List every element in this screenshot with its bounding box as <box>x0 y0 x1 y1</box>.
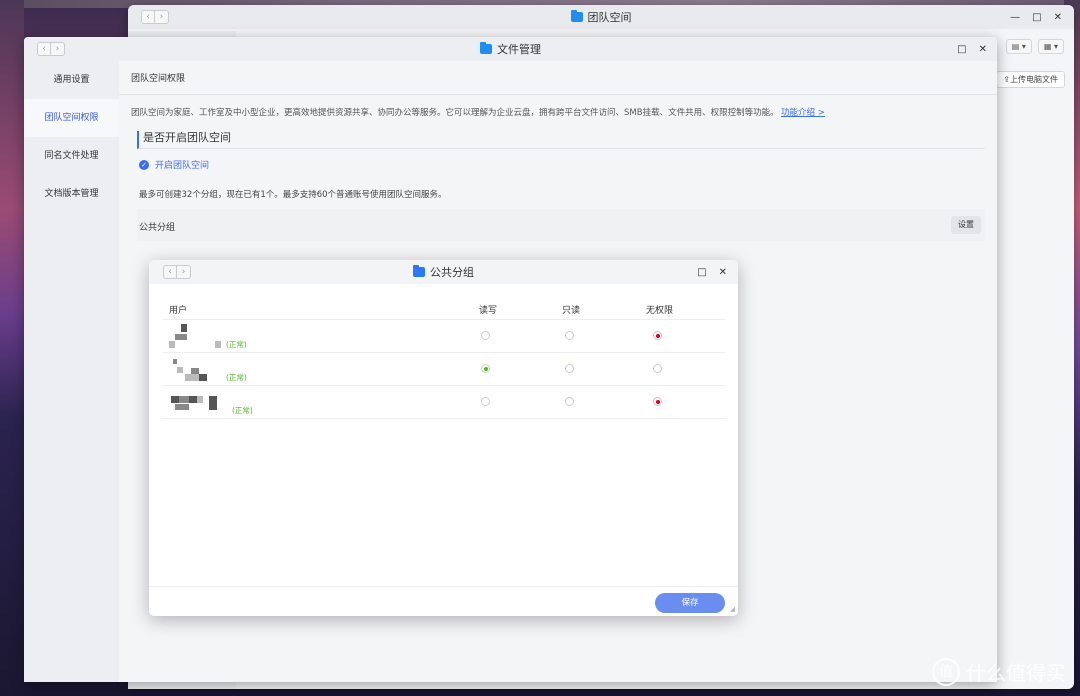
view-mode-button[interactable]: ▤ ▾ <box>1005 39 1032 54</box>
sidebar-item-duplicate-files[interactable]: 同名文件处理 <box>24 137 119 175</box>
settings-sidebar: 通用设置 团队空间权限 同名文件处理 文档版本管理 <box>24 61 119 682</box>
team-space-toolbar: ▤ ▾ ▦ ▾ <box>1005 39 1064 54</box>
table-header: 用户 读写 只读 无权限 <box>163 298 725 320</box>
dialog-title-text: 公共分组 <box>430 266 474 279</box>
radio-no-permission[interactable] <box>653 364 662 373</box>
table-row: (正常) <box>163 320 725 353</box>
col-read-write: 读写 <box>479 306 498 316</box>
col-user: 用户 <box>169 306 188 316</box>
radio-read-only[interactable] <box>565 397 574 406</box>
page-title: 团队空间权限 <box>131 74 186 84</box>
radio-read-write[interactable] <box>481 364 490 373</box>
user-status: (正常) <box>226 373 247 382</box>
user-status: (正常) <box>232 406 253 415</box>
radio-read-only[interactable] <box>565 331 574 340</box>
col-no-permission: 无权限 <box>646 306 674 316</box>
close-button[interactable]: ✕ <box>979 44 987 55</box>
group-settings-button[interactable]: 设置 <box>951 216 981 234</box>
check-icon: ✓ <box>139 159 149 170</box>
radio-no-permission[interactable] <box>653 397 662 406</box>
team-folder-icon <box>570 10 583 22</box>
close-button[interactable]: ✕ <box>719 267 727 278</box>
file-manager-title-text: 文件管理 <box>497 43 541 56</box>
resize-grip-icon[interactable]: ◢ <box>730 605 735 613</box>
enable-team-space-label: 开启团队空间 <box>155 161 210 171</box>
radio-read-only[interactable] <box>565 364 574 373</box>
group-row: 公共分组 设置 <box>137 209 985 241</box>
dialog-titlebar: ‹ › 公共分组 □ ✕ <box>149 260 738 284</box>
sidebar-item-team-space-permissions[interactable]: 团队空间权限 <box>24 99 119 137</box>
maximize-button[interactable]: □ <box>1032 12 1041 23</box>
enable-team-space-checkbox[interactable]: ✓ 开启团队空间 <box>139 158 209 171</box>
file-manager-title: 文件管理 <box>24 37 997 61</box>
grid-mode-button[interactable]: ▦ ▾ <box>1037 39 1064 54</box>
radio-read-write[interactable] <box>481 331 490 340</box>
watermark-logo-icon: 值 <box>932 657 960 686</box>
feature-intro-link[interactable]: 功能介绍 > <box>781 106 825 118</box>
desktop-wallpaper-left <box>0 0 24 696</box>
header-divider <box>119 94 997 95</box>
folder-icon <box>413 265 425 277</box>
dialog-footer: 保存 ◢ <box>149 586 738 616</box>
save-button[interactable]: 保存 <box>655 593 725 613</box>
upload-file-button[interactable]: ⇪上传电脑文件 <box>996 71 1065 88</box>
close-button[interactable]: ✕ <box>1054 12 1062 23</box>
dialog-title: 公共分组 <box>149 260 738 284</box>
group-limit-note: 最多可创建32个分组，现在已有1个。最多支持60个普通账号使用团队空间服务。 <box>139 190 447 200</box>
permission-table: 用户 读写 只读 无权限 (正常) (正常) (正常) <box>163 298 725 419</box>
group-name: 公共分组 <box>139 223 176 233</box>
maximize-button[interactable]: □ <box>957 44 966 55</box>
col-read-only: 只读 <box>562 306 581 316</box>
radio-read-write[interactable] <box>481 397 490 406</box>
sidebar-item-version-management[interactable]: 文档版本管理 <box>24 175 119 213</box>
sidebar-item-general[interactable]: 通用设置 <box>24 61 119 99</box>
team-space-window-controls: — □ ✕ <box>1010 5 1062 29</box>
group-permission-dialog: ‹ › 公共分组 □ ✕ 用户 读写 只读 无权限 (正常) (正常) (正常)… <box>149 260 738 616</box>
table-row: (正常) <box>163 386 725 419</box>
file-manager-window-controls: □ ✕ <box>957 37 987 61</box>
radio-no-permission[interactable] <box>653 331 662 340</box>
minimize-button[interactable]: — <box>1010 12 1020 23</box>
team-space-title: 团队空间 <box>128 5 1074 29</box>
maximize-button[interactable]: □ <box>697 267 706 278</box>
file-manager-icon <box>480 42 492 54</box>
team-space-title-text: 团队空间 <box>587 11 632 24</box>
table-row: (正常) <box>163 353 725 386</box>
team-space-titlebar: ‹ › 团队空间 — □ ✕ <box>128 5 1074 29</box>
dialog-window-controls: □ ✕ <box>697 260 727 284</box>
user-status: (正常) <box>226 340 247 349</box>
team-space-description: 团队空间为家庭、工作室及中小型企业，更高效地提供资源共享、协同办公等服务。它可以… <box>131 108 779 118</box>
watermark: 值 什么值得买 <box>932 657 1066 686</box>
file-manager-titlebar: ‹ › 文件管理 □ ✕ <box>24 37 997 61</box>
watermark-text: 什么值得买 <box>966 661 1066 685</box>
section-title: 是否开启团队空间 <box>137 131 985 149</box>
